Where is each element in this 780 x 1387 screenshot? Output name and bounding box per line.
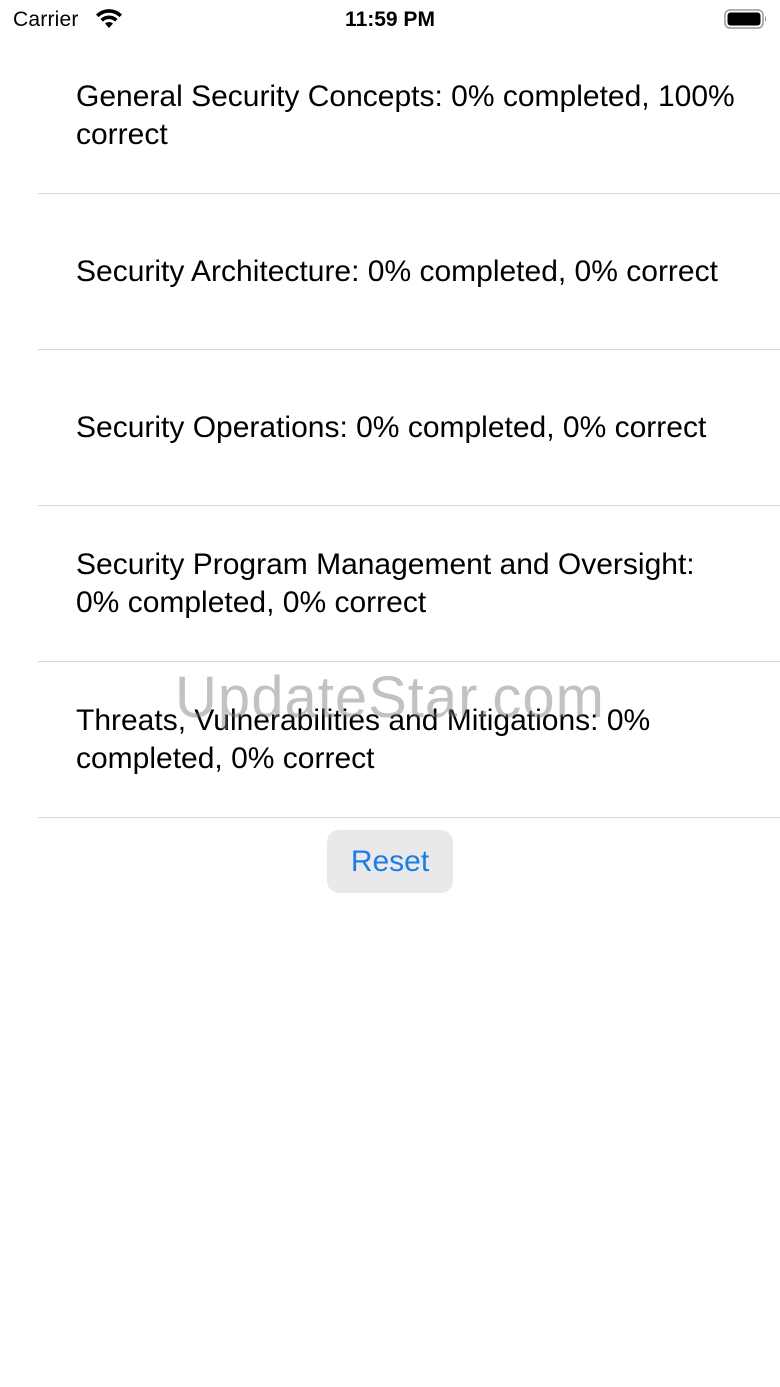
category-label: Security Program Management and Oversigh… <box>76 548 695 619</box>
category-row-threats-vulnerabilities[interactable]: Threats, Vulnerabilities and Mitigations… <box>0 662 780 818</box>
category-row-general-security-concepts[interactable]: General Security Concepts: 0% completed,… <box>0 38 780 194</box>
status-bar: Carrier 11:59 PM <box>0 0 780 40</box>
row-separator <box>38 817 780 818</box>
reset-button[interactable]: Reset <box>327 830 453 893</box>
category-row-security-operations[interactable]: Security Operations: 0% completed, 0% co… <box>0 350 780 506</box>
category-list: General Security Concepts: 0% completed,… <box>0 38 780 818</box>
category-label: Threats, Vulnerabilities and Mitigations… <box>76 704 651 775</box>
battery-icon <box>724 9 767 29</box>
clock: 11:59 PM <box>345 8 435 31</box>
category-row-security-program-management[interactable]: Security Program Management and Oversigh… <box>0 506 780 662</box>
category-label: Security Operations: 0% completed, 0% co… <box>76 411 707 444</box>
category-label: General Security Concepts: 0% completed,… <box>76 80 735 151</box>
category-label: Security Architecture: 0% completed, 0% … <box>76 255 718 288</box>
category-row-security-architecture[interactable]: Security Architecture: 0% completed, 0% … <box>0 194 780 350</box>
